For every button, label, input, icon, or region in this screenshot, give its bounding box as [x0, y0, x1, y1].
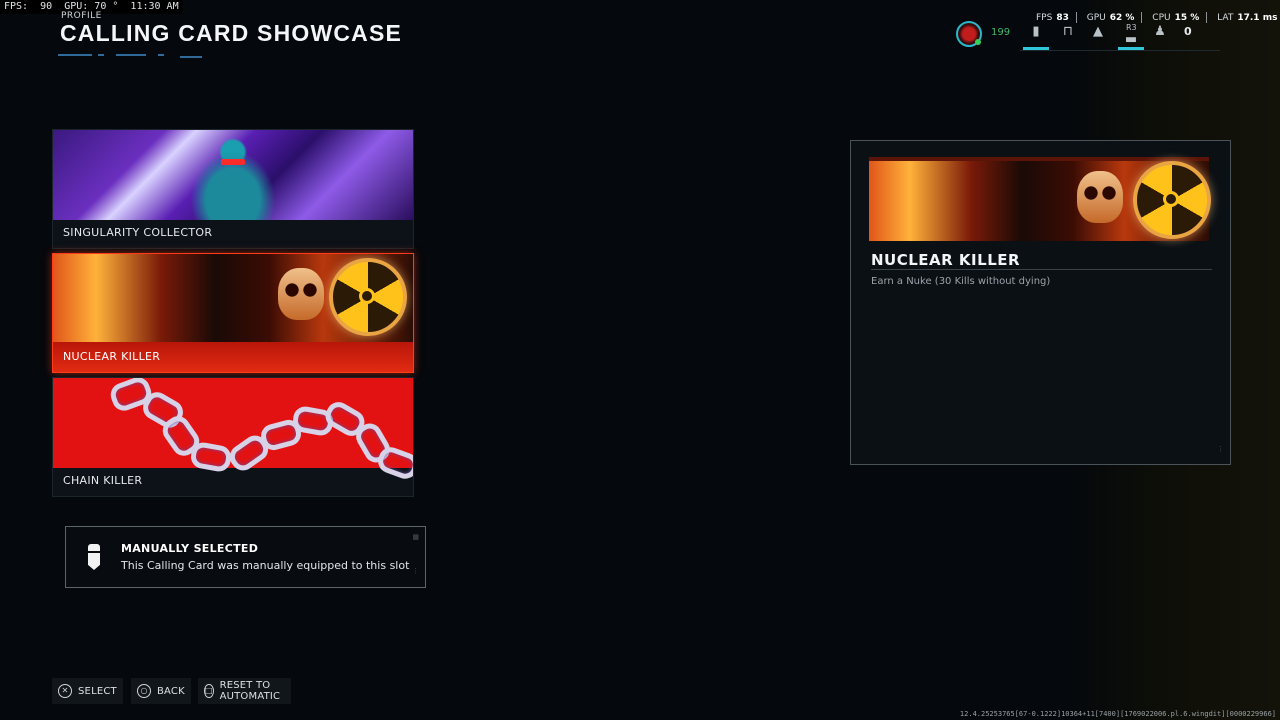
skull-graphic [278, 268, 324, 320]
square-button-icon: □ [204, 684, 214, 698]
select-prompt[interactable]: ✕ SELECT [52, 678, 123, 704]
party-icon[interactable]: ♟ [1152, 24, 1168, 40]
gpu-label: GPU [1086, 13, 1106, 23]
calling-card-singularity-collector[interactable]: SINGULARITY COLLECTOR [52, 129, 414, 249]
radiation-symbol-icon [329, 258, 407, 336]
page-title: CALLING CARD SHOWCASE [60, 20, 403, 46]
player-level: 199 [991, 27, 1011, 38]
fps-value: 83 [1056, 13, 1069, 23]
detail-title: NUCLEAR KILLER [871, 251, 1021, 269]
online-status-dot [975, 39, 981, 45]
r3-button-hint: R3 [1126, 23, 1137, 32]
selection-info-box: MANUALLY SELECTED This Calling Card was … [65, 526, 426, 588]
detail-description: Earn a Nuke (30 Kills without dying) [871, 276, 1051, 287]
lat-value: 17.1 ms [1237, 13, 1278, 23]
card-label: CHAIN KILLER [63, 474, 143, 487]
card-label: SINGULARITY COLLECTOR [63, 226, 213, 239]
card-art [53, 378, 413, 483]
prompt-label: BACK [157, 685, 185, 697]
lock-icon[interactable]: ⊓ [1060, 24, 1076, 40]
corner-decoration: ▦ [412, 533, 419, 541]
back-prompt[interactable]: ○ BACK [131, 678, 191, 704]
title-decoration [58, 48, 398, 60]
corner-decoration: ⋮ [412, 567, 419, 575]
cpu-label: CPU [1152, 13, 1171, 23]
party-count: 0 [1184, 25, 1192, 38]
performance-stats: FPS 83 GPU 62 % CPU 15 % LAT 17.1 ms [1036, 12, 1277, 23]
cross-button-icon: ✕ [58, 684, 72, 698]
card-label: NUCLEAR KILLER [63, 350, 161, 363]
build-version-string: 12.4.25253765[67-0.1222]10364+11[7400][1… [959, 710, 1276, 718]
bell-icon[interactable]: ▲ [1090, 24, 1106, 40]
calling-card-chain-killer[interactable]: CHAIN KILLER [52, 377, 414, 497]
card-art [53, 130, 413, 220]
manual-select-icon [88, 544, 100, 570]
info-description: This Calling Card was manually equipped … [121, 559, 410, 572]
corner-decoration: ⋮ [1217, 445, 1224, 453]
info-title: MANUALLY SELECTED [121, 542, 259, 555]
radiation-symbol-icon [1133, 161, 1211, 239]
hud-divider [1020, 50, 1220, 51]
calling-card-nuclear-killer[interactable]: NUCLEAR KILLER [52, 253, 414, 373]
fps-label: FPS [1036, 13, 1053, 23]
prompt-label: RESET TO AUTOMATIC [219, 680, 281, 702]
prompt-label: SELECT [78, 685, 117, 697]
skull-graphic [1077, 171, 1123, 223]
lat-label: LAT [1217, 13, 1234, 23]
divider [871, 269, 1212, 270]
cpu-value: 15 % [1174, 13, 1200, 23]
visor-graphic [221, 159, 245, 165]
circle-button-icon: ○ [137, 684, 151, 698]
reset-to-automatic-prompt[interactable]: □ RESET TO AUTOMATIC [198, 678, 291, 704]
detail-card-art [869, 157, 1211, 241]
chain-link [189, 440, 233, 474]
gpu-value: 62 % [1109, 13, 1135, 23]
card-art [53, 254, 413, 344]
card-detail-panel: NUCLEAR KILLER Earn a Nuke (30 Kills wit… [850, 140, 1231, 465]
battery-icon[interactable]: ▮ [1028, 24, 1044, 40]
controller-icon[interactable]: ▬ [1123, 32, 1139, 48]
